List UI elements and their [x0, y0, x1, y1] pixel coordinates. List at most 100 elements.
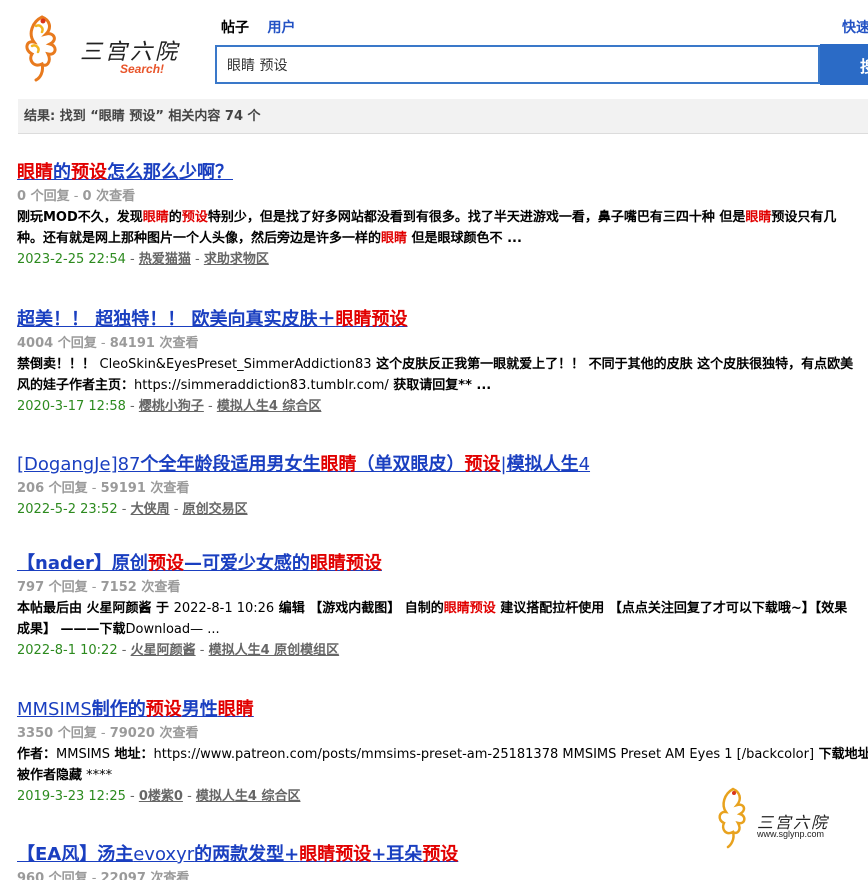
- snippet-highlight: 预设: [181, 210, 208, 225]
- author-link[interactable]: 大侠周: [131, 502, 170, 517]
- view-count: 7152 次查看: [100, 580, 181, 595]
- result-snippet-line2: 风的娃子作者主页：https://simmeraddiction83.tumbl…: [17, 375, 868, 396]
- view-count: 0 次查看: [82, 189, 136, 204]
- search-button[interactable]: 搜: [820, 44, 868, 85]
- phoenix-watermark-icon: [718, 787, 746, 849]
- snippet-segment: 编辑 【游戏内截图】 自制的: [274, 601, 444, 616]
- reply-count: 206 个回复: [17, 481, 88, 496]
- result-title-link[interactable]: 【nader】原创预设—可爱少女感的眼睛预设: [17, 552, 868, 576]
- result-snippet-line2: 被作者隐藏 ****: [17, 765, 868, 786]
- author-link[interactable]: 0楼紫0: [139, 789, 183, 804]
- title-segment: 预设: [147, 553, 184, 574]
- forum-link[interactable]: 原创交易区: [183, 502, 248, 517]
- snippet-segment: 本帖最后由 火星阿颜酱 于: [17, 601, 174, 616]
- watermark: 三宫六院 www.sglynp.com: [715, 785, 855, 855]
- title-segment: 怎么那么少啊？: [107, 162, 233, 183]
- stats-separator: -: [69, 189, 83, 204]
- stats-separator: -: [87, 481, 101, 496]
- title-segment: 【nader】原创: [17, 553, 148, 574]
- title-segment: 的两款发型+: [194, 844, 300, 865]
- result-snippet-line2: 种。还有就是网上那种图片一个人头像，然后旁边是许多一样的眼睛 但是眼球颜色不 .…: [17, 228, 868, 249]
- post-date: 2020-3-17 12:58: [17, 399, 126, 414]
- result-stats: 4004 个回复 - 84191 次查看: [17, 334, 868, 354]
- snippet-segment: MMSIMS: [56, 747, 111, 762]
- result-stats: 0 个回复 - 0 次查看: [17, 187, 868, 207]
- logo-subtitle: Search!: [120, 62, 165, 76]
- result-snippet-line2: 成果】 ———下载Download— ...: [17, 619, 868, 640]
- title-segment: 4: [578, 454, 591, 475]
- snippet-highlight: 眼睛: [142, 210, 169, 225]
- search-tabs: 帖子 用户: [221, 17, 309, 37]
- snippet-segment: https://simmeraddiction83.tumblr.com/: [134, 378, 389, 393]
- title-segment: 个全年龄段适用男女生: [140, 454, 321, 475]
- title-segment: 【EA风】汤主: [17, 844, 134, 865]
- post-date: 2022-5-2 23:52: [17, 502, 118, 517]
- snippet-segment: 被作者隐藏: [17, 768, 83, 783]
- result-title-link[interactable]: 眼睛的预设怎么那么少啊？: [17, 161, 868, 185]
- snippet-segment: 这个皮肤反正我第一眼就爱上了！！ 不同于其他的皮肤 这个皮肤很独特，有点欧美: [371, 357, 854, 372]
- title-segment: 男性: [181, 699, 218, 720]
- result-meta: 2023-2-25 22:54 - 热爱猫猫 - 求助求物区: [17, 252, 269, 267]
- title-segment: —可爱少女感的: [183, 553, 310, 574]
- forum-link[interactable]: 模拟人生4 综合区: [217, 399, 322, 414]
- view-count: 79020 次查看: [109, 726, 199, 741]
- result-title-link[interactable]: [DogangJe]87个全年龄段适用男女生眼睛（单双眼皮）预设|模拟人生4: [17, 453, 868, 477]
- result-title-link[interactable]: 超美！！ 超独特！！ 欧美向真实皮肤＋眼睛预设: [17, 308, 868, 332]
- title-segment: 眼睛预设: [299, 844, 372, 865]
- tab-users[interactable]: 用户: [267, 17, 295, 37]
- title-segment: 制作的: [91, 699, 146, 720]
- forum-link[interactable]: 模拟人生4 原创模组区: [209, 643, 340, 658]
- stats-separator: -: [96, 336, 110, 351]
- snippet-segment: Download—: [125, 622, 204, 637]
- snippet-segment: 刚玩MOD不久，发现: [17, 210, 143, 225]
- snippet-segment: 的: [168, 210, 182, 225]
- snippet-segment: 种。还有就是网上那种图片一个人头像，然后旁边是许多一样的: [17, 231, 382, 246]
- result-snippet: 禁倒卖！！！ CleoSkin&EyesPreset_SimmerAddicti…: [17, 354, 868, 375]
- snippet-highlight: 眼睛预设: [443, 601, 496, 616]
- result-snippet: 作者：MMSIMS 地址：https://www.patreon.com/pos…: [17, 744, 868, 765]
- view-count: 84191 次查看: [109, 336, 199, 351]
- post-date: 2019-3-23 12:25: [17, 789, 126, 804]
- reply-count: 0 个回复: [17, 189, 70, 204]
- result-summary: 结果: 找到 “眼睛 预设” 相关内容 74 个: [18, 99, 868, 134]
- result-snippet: 刚玩MOD不久，发现眼睛的预设特别少，但是找了好多网站都没看到有很多。找了半天进…: [17, 207, 868, 228]
- title-segment: 预设: [464, 454, 501, 475]
- result-stats: 797 个回复 - 7152 次查看: [17, 578, 868, 598]
- title-segment: 眼睛预设: [335, 309, 408, 330]
- result-stats: 206 个回复 - 59191 次查看: [17, 479, 868, 499]
- result-item: [DogangJe]87个全年龄段适用男女生眼睛（单双眼皮）预设|模拟人生4 2…: [17, 453, 868, 521]
- author-link[interactable]: 热爱猫猫: [139, 252, 191, 267]
- title-segment: （单双眼皮）: [356, 454, 465, 475]
- result-meta: 2022-8-1 10:22 - 火星阿颜酱 - 模拟人生4 原创模组区: [17, 643, 340, 658]
- snippet-segment: 作者：: [17, 747, 57, 762]
- title-segment: +耳朵: [371, 844, 423, 865]
- forum-link[interactable]: 模拟人生4 综合区: [196, 789, 301, 804]
- result-meta: 2020-3-17 12:58 - 樱桃小狗子 - 模拟人生4 综合区: [17, 399, 322, 414]
- stats-separator: -: [87, 580, 101, 595]
- title-segment: 眼睛预设: [309, 553, 382, 574]
- quick-link[interactable]: 快速: [842, 17, 868, 37]
- post-date: 2022-8-1 10:22: [17, 643, 118, 658]
- snippet-segment: 2022-8-1 10:26: [173, 601, 275, 616]
- snippet-segment: 风的娃子作者主页：: [17, 378, 135, 393]
- title-segment: 预设: [71, 162, 107, 183]
- author-link[interactable]: 樱桃小狗子: [139, 399, 204, 414]
- search-input[interactable]: [215, 45, 820, 84]
- title-segment: 预设: [422, 844, 459, 865]
- snippet-highlight: 眼睛: [745, 210, 772, 225]
- tab-posts[interactable]: 帖子: [221, 17, 249, 37]
- result-title-link[interactable]: MMSIMS制作的预设男性眼睛: [17, 698, 868, 722]
- result-item: 眼睛的预设怎么那么少啊？ 0 个回复 - 0 次查看 刚玩MOD不久，发现眼睛的…: [17, 161, 868, 271]
- result-item: 超美！！ 超独特！！ 欧美向真实皮肤＋眼睛预设 4004 个回复 - 84191…: [17, 308, 868, 418]
- snippet-highlight: 眼睛: [381, 231, 408, 246]
- site-logo[interactable]: 三宫六院 Search!: [22, 12, 182, 82]
- snippet-segment: 禁倒卖！！！: [17, 357, 100, 372]
- title-segment: 眼睛: [17, 162, 53, 183]
- forum-link[interactable]: 求助求物区: [204, 252, 269, 267]
- title-segment: 预设: [145, 699, 182, 720]
- result-stats: 3350 个回复 - 79020 次查看: [17, 724, 868, 744]
- author-link[interactable]: 火星阿颜酱: [131, 643, 196, 658]
- title-segment: 的: [53, 162, 71, 183]
- result-snippet: 本帖最后由 火星阿颜酱 于 2022-8-1 10:26 编辑 【游戏内截图】 …: [17, 598, 868, 619]
- snippet-segment: CleoSkin&EyesPreset_SimmerAddiction83: [99, 357, 372, 372]
